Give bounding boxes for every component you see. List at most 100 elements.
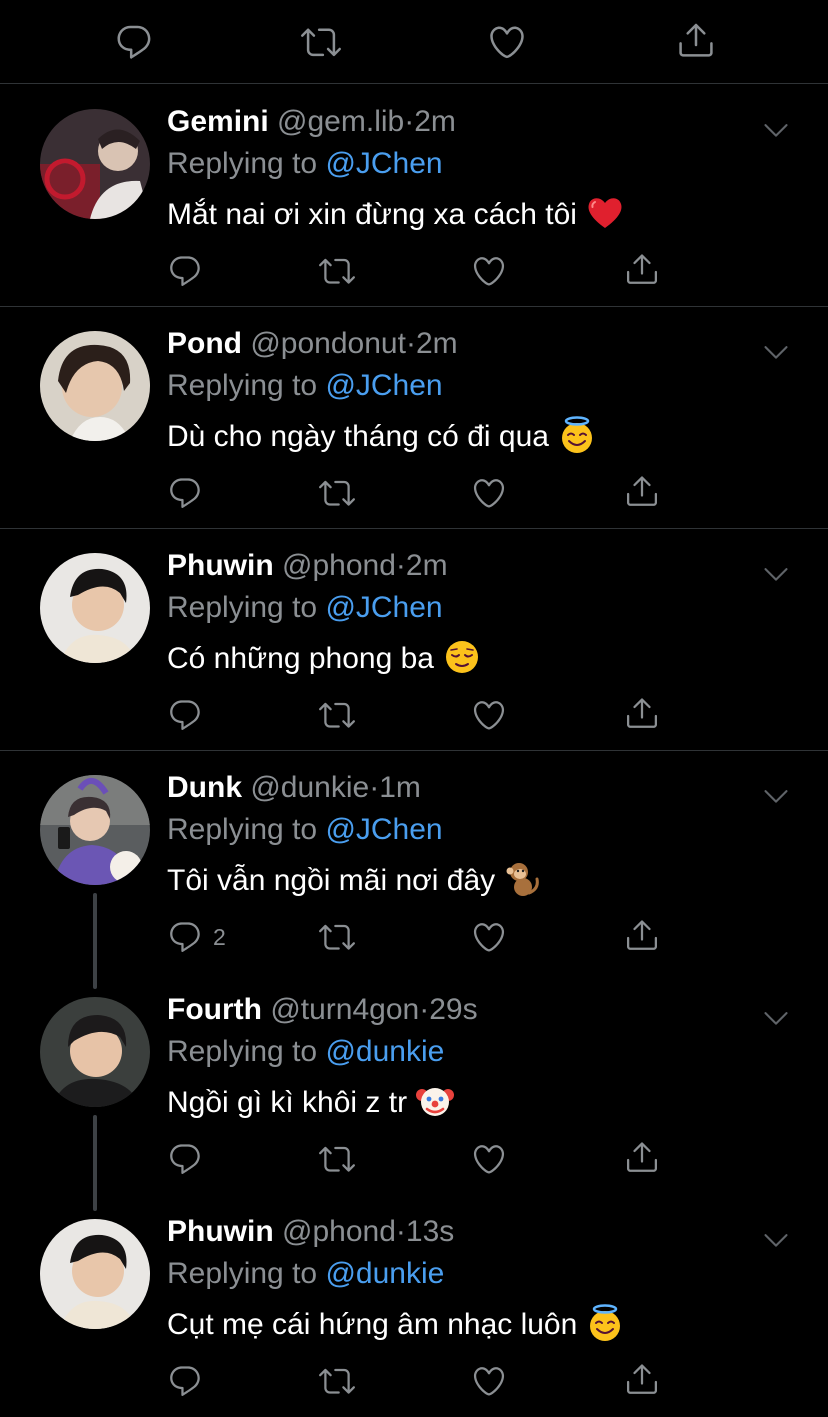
top-action-bar [0,0,828,84]
tweet-header: Gemini @gem.lib·2m [167,105,456,138]
tweet-text: Ngồi gì kì khôi z tr [167,1083,455,1124]
avatar[interactable] [40,553,150,663]
user-handle[interactable]: @dunkie [250,771,369,804]
share-icon [624,251,660,287]
reply-icon [167,475,203,511]
display-name[interactable]: Gemini [167,105,269,138]
reply-icon [167,919,203,955]
retweet-button[interactable] [318,697,356,733]
reply-icon [167,1363,203,1399]
mention-link[interactable]: @JChen [325,813,442,846]
reply-icon[interactable] [114,22,154,62]
tweet[interactable]: Pond @pondonut·2m Replying to @JChen Dù … [0,307,828,529]
tweet[interactable]: Gemini @gem.lib·2m Replying to @JChen Mắ… [0,85,828,307]
monkey-emoji [506,863,539,897]
retweet-icon [318,697,356,733]
retweet-icon [318,1363,356,1399]
reply-button[interactable] [167,1363,213,1399]
reply-button[interactable] [167,475,213,511]
retweet-button[interactable] [318,253,356,289]
display-name[interactable]: Fourth [167,993,262,1026]
display-name[interactable]: Phuwin [167,549,274,582]
display-name[interactable]: Phuwin [167,1215,274,1248]
chevron-down-icon[interactable] [762,339,790,372]
like-button[interactable] [471,1141,507,1177]
tweet-text: Cụt mẹ cái hứng âm nhạc luôn [167,1304,625,1346]
tweet-header: Fourth @turn4gon·29s [167,993,478,1026]
user-handle[interactable]: @gem.lib [277,105,404,138]
smiling-face-with-halo-emoji [590,1304,621,1342]
reply-button[interactable] [167,1141,213,1177]
avatar[interactable] [40,775,150,885]
chevron-down-icon[interactable] [762,1005,790,1038]
tweet[interactable]: Phuwin @phond·2m Replying to @JChen Có n… [0,529,828,751]
user-handle[interactable]: @turn4gon [270,993,419,1026]
retweet-button[interactable] [318,475,356,511]
timestamp: 29s [429,993,478,1026]
tweet[interactable]: Phuwin @phond·13s Replying to @dunkie Cụ… [0,1195,828,1417]
mention-link[interactable]: @JChen [325,591,442,624]
share-button[interactable] [624,1361,660,1397]
replying-to: Replying to @JChen [167,369,443,402]
tweet[interactable]: Dunk @dunkie·1m Replying to @JChen Tôi v… [0,751,828,989]
share-icon[interactable] [676,20,716,60]
tweet-text: Tôi vẫn ngồi mãi nơi đây [167,861,543,902]
like-button[interactable] [471,919,507,955]
retweet-button[interactable] [318,919,356,955]
share-button[interactable] [624,251,660,287]
reply-button[interactable] [167,253,213,289]
like-icon [471,1363,507,1399]
like-icon[interactable] [487,22,527,62]
like-button[interactable] [471,475,507,511]
avatar[interactable] [40,1219,150,1329]
user-handle[interactable]: @phond [282,549,396,582]
timestamp: 2m [405,549,448,582]
reply-button[interactable]: 2 [167,919,226,955]
retweet-icon [318,475,356,511]
replying-to: Replying to @dunkie [167,1257,445,1290]
like-button[interactable] [471,697,507,733]
tweet-header: Pond @pondonut·2m [167,327,458,360]
replying-to: Replying to @JChen [167,147,443,180]
relieved-face-emoji [445,641,478,674]
like-icon [471,697,507,733]
retweet-button[interactable] [318,1363,356,1399]
chevron-down-icon[interactable] [762,117,790,150]
like-button[interactable] [471,1363,507,1399]
chevron-down-icon[interactable] [762,1227,790,1260]
user-handle[interactable]: @pondonut [250,327,406,360]
avatar[interactable] [40,331,150,441]
avatar[interactable] [40,109,150,219]
like-icon [471,919,507,955]
chevron-down-icon[interactable] [762,783,790,816]
timestamp: 1m [379,771,421,804]
mention-link[interactable]: @dunkie [325,1035,444,1068]
share-button[interactable] [624,695,660,731]
retweet-button[interactable] [318,1141,356,1177]
tweet[interactable]: Fourth @turn4gon·29s Replying to @dunkie… [0,973,828,1211]
avatar[interactable] [40,997,150,1107]
tweet-text: Mắt nai ơi xin đừng xa cách tôi [167,195,625,236]
like-icon [471,253,507,289]
replying-to: Replying to @JChen [167,813,443,846]
retweet-icon [318,1141,356,1177]
chevron-down-icon[interactable] [762,561,790,594]
mention-link[interactable]: @JChen [325,147,442,180]
share-button[interactable] [624,473,660,509]
share-icon [624,1361,660,1397]
like-button[interactable] [471,253,507,289]
share-button[interactable] [624,917,660,953]
share-button[interactable] [624,1139,660,1175]
mention-link[interactable]: @dunkie [325,1257,444,1290]
share-icon [624,917,660,953]
timestamp: 2m [414,105,456,138]
display-name[interactable]: Dunk [167,771,242,804]
tweet-header: Phuwin @phond·13s [167,1215,455,1248]
retweet-icon [318,253,356,289]
user-handle[interactable]: @phond [282,1215,396,1248]
mention-link[interactable]: @JChen [325,369,442,402]
display-name[interactable]: Pond [167,327,242,360]
reply-button[interactable] [167,697,213,733]
reply-count: 2 [213,923,226,950]
retweet-icon[interactable] [300,22,342,62]
